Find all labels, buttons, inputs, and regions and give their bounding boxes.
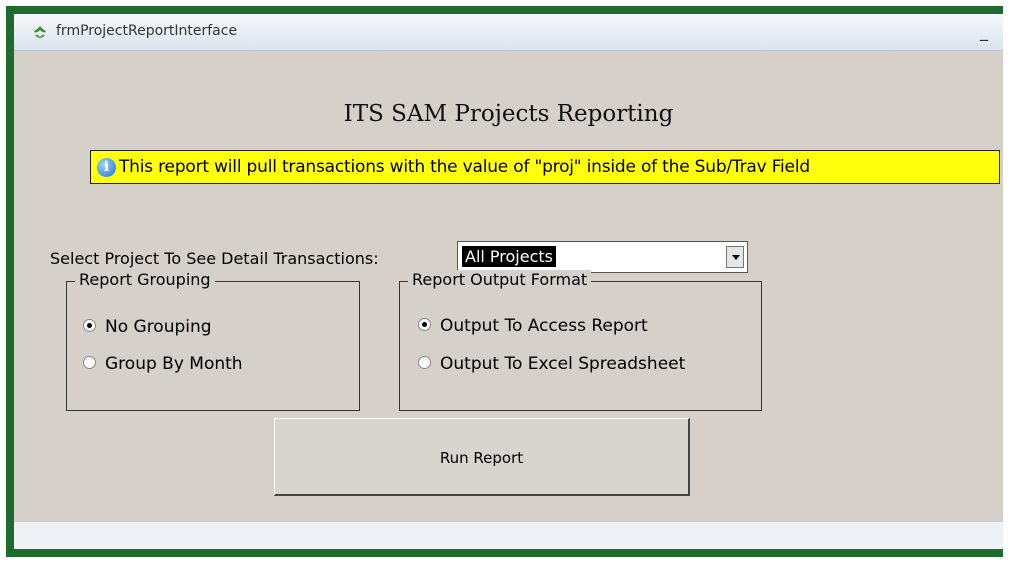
form-window: frmProjectReportInterface _ ITS SAM Proj…	[14, 14, 1003, 549]
window-title: frmProjectReportInterface	[56, 23, 238, 39]
option-label: Output To Access Report	[440, 316, 648, 336]
option-label: Output To Excel Spreadsheet	[440, 354, 686, 374]
output-format-title: Report Output Format	[408, 270, 592, 289]
radio-excel-spreadsheet[interactable]	[418, 356, 431, 369]
form-body: ITS SAM Projects Reporting i This report…	[14, 51, 1003, 521]
project-select[interactable]: All Projects	[457, 241, 748, 273]
access-form-icon	[34, 26, 46, 38]
dropdown-arrow-button[interactable]	[726, 246, 744, 268]
form-heading: ITS SAM Projects Reporting	[343, 101, 674, 127]
minimize-button[interactable]: _	[973, 22, 995, 42]
project-select-label: Select Project To See Detail Transaction…	[50, 249, 379, 268]
status-bar	[14, 521, 1003, 549]
option-label: No Grouping	[105, 317, 212, 337]
radio-no-grouping[interactable]	[83, 319, 96, 332]
report-grouping-title: Report Grouping	[75, 270, 215, 289]
radio-access-report[interactable]	[418, 318, 431, 331]
info-banner: i This report will pull transactions wit…	[90, 150, 1000, 184]
radio-group-by-month[interactable]	[83, 356, 96, 369]
title-bar: frmProjectReportInterface _	[14, 14, 1003, 51]
run-report-label: Run Report	[439, 449, 524, 467]
info-icon: i	[97, 158, 116, 177]
run-report-button[interactable]: Run Report	[274, 418, 690, 496]
report-grouping-group: Report Grouping No Grouping Group By Mon…	[66, 270, 360, 411]
option-label: Group By Month	[105, 354, 243, 374]
project-select-value: All Projects	[462, 246, 556, 267]
info-text: This report will pull transactions with …	[119, 157, 810, 177]
output-format-group: Report Output Format Output To Access Re…	[399, 270, 762, 411]
